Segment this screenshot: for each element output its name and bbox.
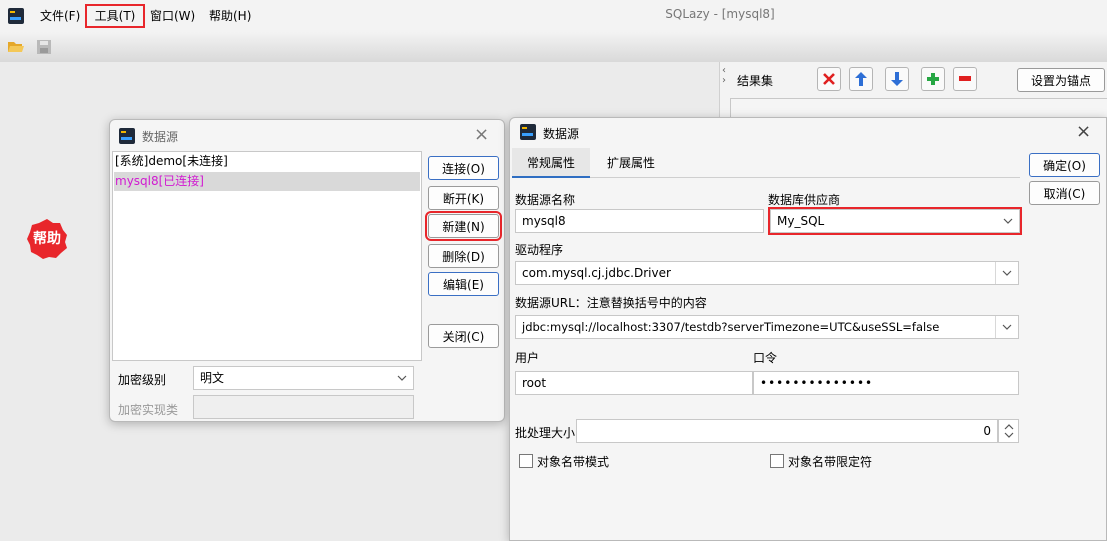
encryption-level-value: 明文: [200, 371, 225, 385]
open-folder-icon[interactable]: [8, 40, 24, 53]
add-row-button[interactable]: [921, 67, 945, 91]
datasource-list[interactable]: [系统]demo[未连接] mysql8[已连接]: [112, 151, 422, 361]
encryption-level-select[interactable]: 明文: [193, 366, 414, 390]
menu-window[interactable]: 窗口(W): [150, 6, 195, 26]
checkbox-box[interactable]: [519, 454, 533, 468]
save-icon[interactable]: [37, 40, 51, 54]
red-x-icon: [823, 73, 835, 85]
remove-row-button[interactable]: [953, 67, 977, 91]
db-vendor-select[interactable]: My_SQL: [768, 207, 1022, 235]
user-input[interactable]: root: [515, 371, 753, 395]
quote-delim-label: 对象名带限定符: [788, 455, 873, 469]
result-panel-title: 结果集: [737, 74, 774, 88]
plus-icon: [927, 73, 939, 85]
password-input[interactable]: ••••••••••••••: [753, 371, 1019, 395]
dialog-title: 数据源: [543, 127, 580, 141]
disconnect-button[interactable]: 断开(K): [428, 186, 499, 210]
encryption-class-input[interactable]: [193, 395, 414, 419]
url-select[interactable]: jdbc:mysql://localhost:3307/testdb?serve…: [515, 315, 1019, 339]
delete-datasource-button[interactable]: 删除(D): [428, 244, 499, 268]
dialog-logo-icon: [119, 128, 135, 144]
edit-datasource-button[interactable]: 编辑(E): [428, 272, 499, 296]
url-label: 数据源URL：注意替换括号中的内容: [515, 296, 707, 310]
move-up-button[interactable]: [849, 67, 873, 91]
close-icon[interactable]: ×: [474, 124, 489, 145]
datasource-list-dialog: 数据源 × [系统]demo[未连接] mysql8[已连接] 连接(O) 断开…: [109, 119, 505, 422]
datasource-edit-dialog: 数据源 × 常规属性 扩展属性 确定(O) 取消(C) 数据源名称 mysql8…: [509, 117, 1107, 541]
encryption-level-label: 加密级别: [118, 373, 167, 387]
move-down-button[interactable]: [885, 67, 909, 91]
password-label: 口令: [753, 351, 778, 365]
chevron-down-icon: [391, 367, 413, 389]
quote-delim-checkbox[interactable]: 对象名带限定符: [770, 453, 872, 470]
db-vendor-value: My_SQL: [777, 214, 825, 228]
datasource-name-input[interactable]: mysql8: [515, 209, 764, 233]
datasource-item-demo[interactable]: [系统]demo[未连接]: [114, 152, 420, 171]
db-vendor-label: 数据库供应商: [768, 193, 841, 207]
driver-value: com.mysql.cj.jdbc.Driver: [522, 266, 671, 280]
connect-button[interactable]: 连接(O): [428, 156, 499, 180]
tab-general[interactable]: 常规属性: [512, 148, 590, 178]
delete-row-button[interactable]: [817, 67, 841, 91]
chevron-down-icon: [995, 262, 1018, 284]
checkbox-box[interactable]: [770, 454, 784, 468]
url-value: jdbc:mysql://localhost:3307/testdb?serve…: [522, 320, 940, 334]
ok-button[interactable]: 确定(O): [1029, 153, 1100, 177]
tab-extended[interactable]: 扩展属性: [593, 148, 669, 178]
menu-tools[interactable]: 工具(T): [85, 4, 145, 28]
quote-mode-checkbox[interactable]: 对象名带模式: [519, 453, 609, 470]
dialog-title: 数据源: [142, 130, 179, 144]
chevron-down-icon: [995, 316, 1018, 338]
driver-label: 驱动程序: [515, 243, 564, 257]
arrow-up-icon: [855, 72, 867, 86]
menubar: 文件(F) 工具(T) 窗口(W) 帮助(H) SQLazy - [mysql8…: [0, 0, 1107, 32]
batch-size-input[interactable]: 0: [576, 419, 998, 443]
datasource-name-label: 数据源名称: [515, 193, 576, 207]
new-datasource-button[interactable]: 新建(N): [425, 211, 502, 241]
user-label: 用户: [515, 351, 540, 365]
app-logo-icon: [8, 8, 24, 24]
toolbar: [0, 32, 1107, 62]
quote-mode-label: 对象名带模式: [537, 455, 610, 469]
set-anchor-button[interactable]: 设置为锚点: [1017, 68, 1105, 92]
batch-size-spinner[interactable]: [998, 419, 1019, 443]
close-button[interactable]: 关闭(C): [428, 324, 499, 348]
batch-size-label: 批处理大小: [515, 426, 576, 440]
driver-select[interactable]: com.mysql.cj.jdbc.Driver: [515, 261, 1019, 285]
help-badge-label: 帮助: [33, 231, 61, 247]
chevron-down-icon: [997, 210, 1019, 232]
minus-icon: [959, 76, 971, 81]
arrow-down-icon: [891, 72, 903, 86]
help-badge[interactable]: 帮助: [26, 218, 68, 260]
window-title: SQLazy - [mysql8]: [665, 7, 775, 21]
close-icon[interactable]: ×: [1076, 121, 1091, 142]
spinner-arrows-icon: [1004, 424, 1013, 438]
collapse-arrows-icon[interactable]: ‹ ›: [722, 66, 730, 96]
datasource-item-mysql8[interactable]: mysql8[已连接]: [114, 172, 420, 191]
cancel-button[interactable]: 取消(C): [1029, 181, 1100, 205]
dialog-logo-icon: [520, 124, 536, 140]
menu-file[interactable]: 文件(F): [40, 6, 80, 26]
menu-help[interactable]: 帮助(H): [209, 6, 251, 26]
encryption-class-label: 加密实现类: [118, 403, 179, 417]
